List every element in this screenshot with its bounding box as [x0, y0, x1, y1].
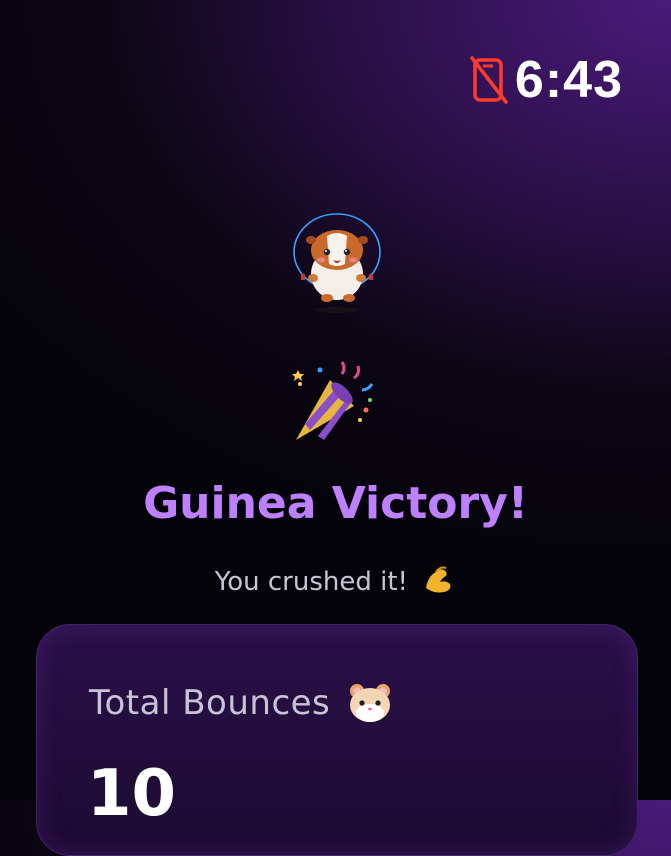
- party-popper-icon: [292, 361, 374, 440]
- total-bounces-label: Total Bounces: [89, 683, 392, 723]
- flexed-biceps-icon: [426, 566, 451, 593]
- status-bar: 6:43: [469, 50, 623, 110]
- victory-screen: 6:43 Guinea Victory! You crushed it! Tot…: [0, 0, 671, 856]
- subtitle-text: You crushed it!: [214, 567, 408, 597]
- stats-card: Total Bounces 10: [36, 624, 638, 856]
- hamster-face-icon: [350, 684, 391, 722]
- total-bounces-text: Total Bounces: [89, 683, 331, 723]
- clock-time: 6:43: [514, 51, 623, 109]
- total-bounces-value: 10: [87, 757, 177, 831]
- guinea-pig-jump-rope-icon: [293, 213, 381, 313]
- phone-off-icon: [470, 56, 508, 104]
- victory-title: Guinea Victory!: [143, 478, 528, 529]
- victory-subtitle: You crushed it!: [0, 562, 671, 597]
